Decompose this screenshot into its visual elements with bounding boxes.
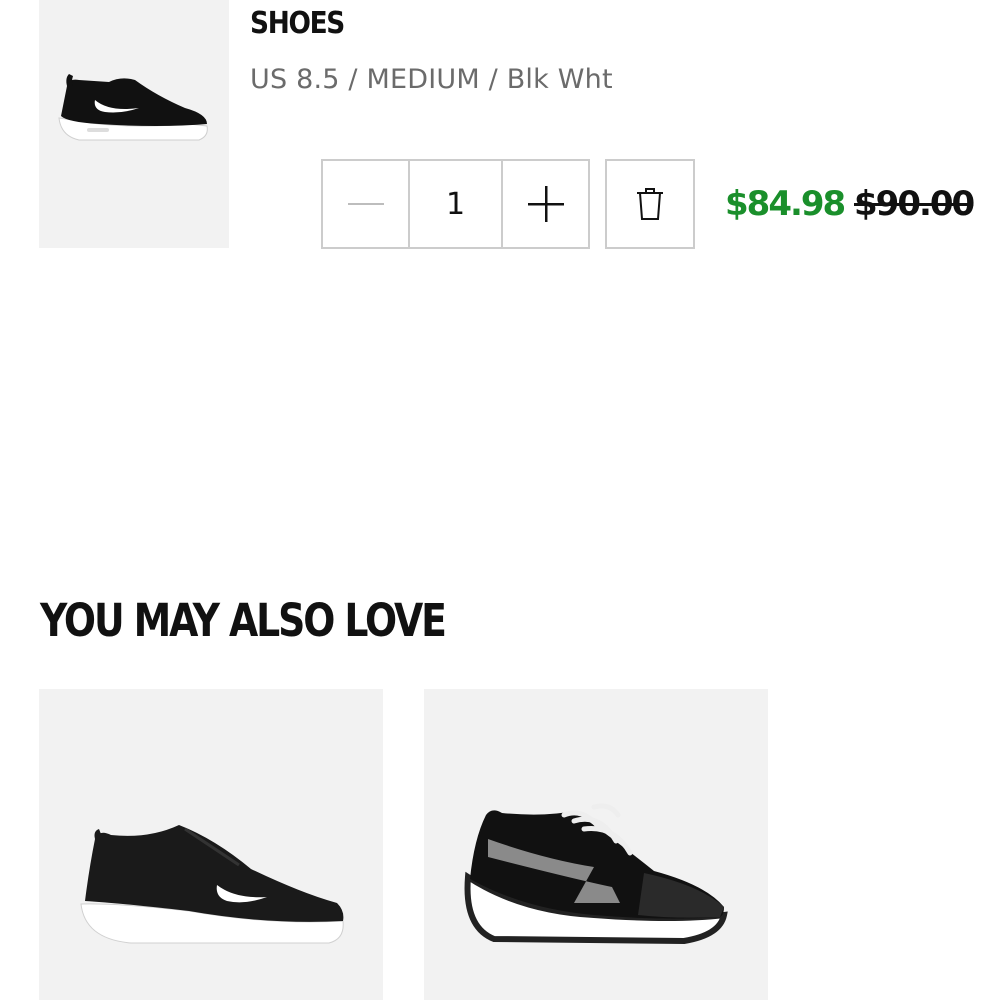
plus-icon (527, 186, 564, 222)
quantity-value[interactable]: 1 (408, 159, 503, 249)
original-price: $90.00 (854, 184, 975, 224)
recommendation-card[interactable] (424, 689, 768, 1000)
remove-item-button[interactable] (605, 159, 695, 249)
sale-price: $84.98 (725, 184, 846, 224)
sneaker-image (58, 74, 208, 141)
recommendation-card[interactable] (39, 689, 383, 1000)
suede-sneaker-image (464, 803, 728, 945)
product-variant: US 8.5 / MEDIUM / Blk Wht (250, 64, 613, 95)
cart-item-image[interactable] (39, 0, 229, 248)
recommendations-heading: YOU MAY ALSO LOVE (40, 594, 447, 647)
running-shoe-image (80, 825, 344, 944)
increase-quantity-button[interactable] (501, 159, 590, 249)
minus-icon (347, 203, 384, 205)
trash-icon (637, 188, 663, 220)
decrease-quantity-button[interactable] (321, 159, 410, 249)
product-title[interactable]: SHOES (250, 6, 345, 41)
